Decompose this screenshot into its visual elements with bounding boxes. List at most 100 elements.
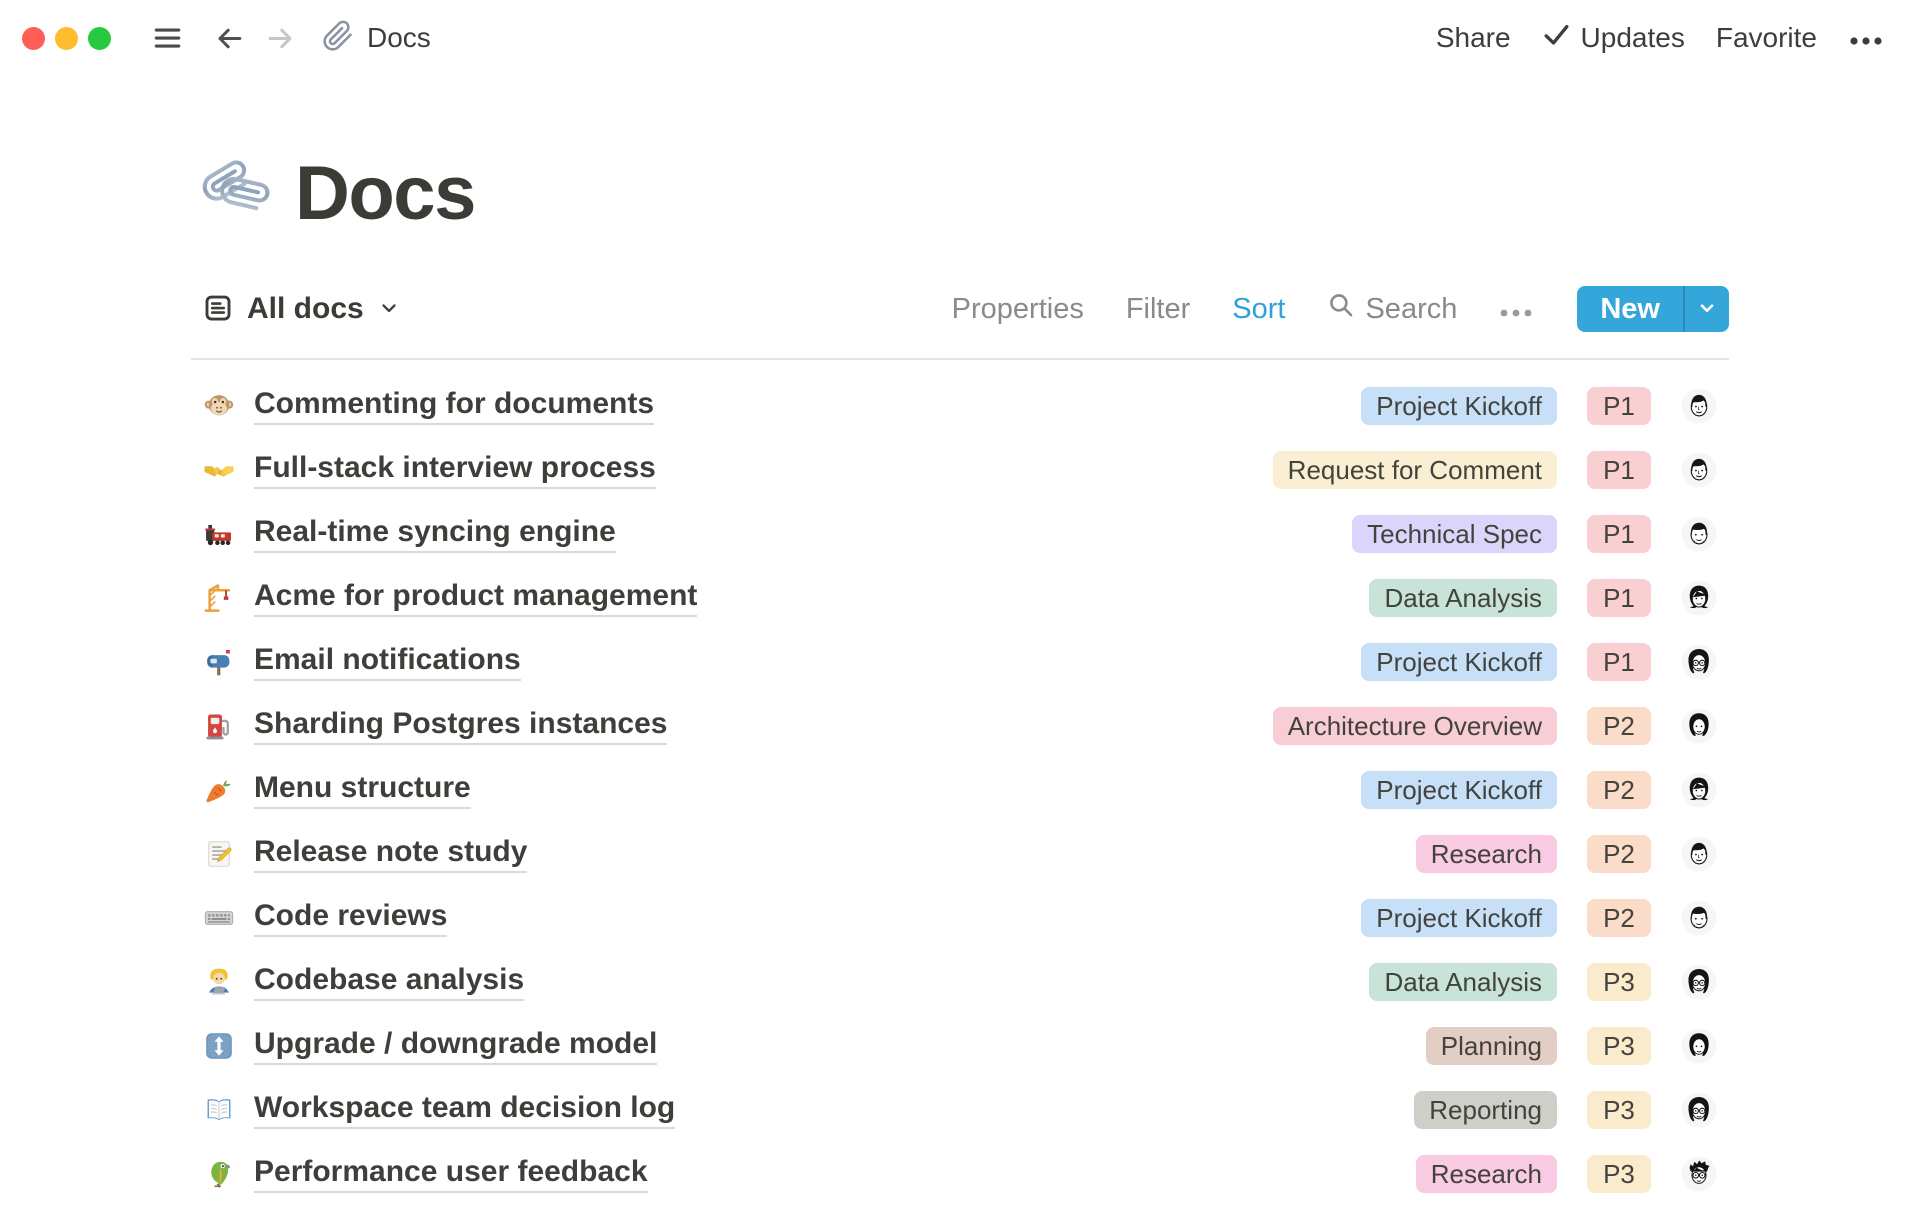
doc-tag-badge[interactable]: Planning — [1426, 1027, 1557, 1065]
linked-paperclips-icon[interactable] — [195, 156, 271, 232]
avatar-man-glasses-spiky[interactable] — [1681, 1156, 1717, 1192]
doc-tag-badge[interactable]: Technical Spec — [1352, 515, 1557, 553]
sidebar-toggle-button[interactable] — [151, 23, 184, 53]
avatar-woman-bob[interactable] — [1681, 1028, 1717, 1064]
doc-priority-badge[interactable]: P1 — [1587, 451, 1651, 489]
avatar-woman-wavy-hair[interactable] — [1681, 580, 1717, 616]
carrot-icon — [203, 774, 235, 806]
doc-priority-badge[interactable]: P2 — [1587, 771, 1651, 809]
doc-row[interactable]: Upgrade / downgrade model Planning P3 — [191, 1014, 1729, 1078]
doc-title-link[interactable]: Email notifications — [254, 643, 521, 682]
doc-title-link[interactable]: Commenting for documents — [254, 387, 654, 426]
doc-tag-badge[interactable]: Reporting — [1414, 1091, 1557, 1129]
ellipsis-icon — [1499, 293, 1533, 326]
doc-priority-badge[interactable]: P2 — [1587, 707, 1651, 745]
doc-title-link[interactable]: Performance user feedback — [254, 1155, 648, 1194]
doc-list: Commenting for documents Project Kickoff… — [191, 360, 1729, 1206]
woman-technologist-icon — [203, 966, 235, 998]
doc-row[interactable]: Commenting for documents Project Kickoff… — [191, 374, 1729, 438]
doc-tag-badge[interactable]: Research — [1416, 835, 1557, 873]
toolbar-more-button[interactable] — [1499, 293, 1533, 326]
doc-title-link[interactable]: Sharding Postgres instances — [254, 707, 667, 746]
mailbox-icon — [203, 646, 235, 678]
doc-row[interactable]: Workspace team decision log Reporting P3 — [191, 1078, 1729, 1142]
doc-priority-badge[interactable]: P2 — [1587, 835, 1651, 873]
forward-arrow-icon — [265, 23, 296, 54]
doc-row[interactable]: Code reviews Project Kickoff P2 — [191, 886, 1729, 950]
avatar-woman-wavy-hair[interactable] — [1681, 772, 1717, 808]
doc-priority-badge[interactable]: P3 — [1587, 1155, 1651, 1193]
zoom-window-button[interactable] — [88, 27, 111, 50]
doc-title-link[interactable]: Workspace team decision log — [254, 1091, 675, 1130]
doc-priority-badge[interactable]: P2 — [1587, 899, 1651, 937]
doc-title-link[interactable]: Release note study — [254, 835, 527, 874]
doc-priority-badge[interactable]: P1 — [1587, 387, 1651, 425]
doc-row[interactable]: Menu structure Project Kickoff P2 — [191, 758, 1729, 822]
new-doc-button[interactable]: New — [1577, 286, 1683, 332]
open-book-icon — [203, 1094, 235, 1126]
page-title-block: Docs — [191, 156, 1729, 232]
doc-priority-badge[interactable]: P1 — [1587, 643, 1651, 681]
doc-tag-badge[interactable]: Project Kickoff — [1361, 771, 1557, 809]
window-title: Docs — [367, 22, 431, 54]
doc-priority-badge[interactable]: P1 — [1587, 515, 1651, 553]
doc-tag-badge[interactable]: Request for Comment — [1273, 451, 1557, 489]
doc-title-link[interactable]: Codebase analysis — [254, 963, 524, 1002]
traffic-lights — [22, 27, 111, 50]
doc-tag-badge[interactable]: Project Kickoff — [1361, 899, 1557, 937]
minimize-window-button[interactable] — [55, 27, 78, 50]
more-options-button[interactable] — [1848, 22, 1884, 54]
doc-tag-badge[interactable]: Data Analysis — [1369, 579, 1557, 617]
nav-forward-button[interactable] — [265, 23, 296, 54]
avatar-person-glasses[interactable] — [1681, 964, 1717, 1000]
doc-title-link[interactable]: Code reviews — [254, 899, 447, 938]
doc-priority-badge[interactable]: P1 — [1587, 579, 1651, 617]
doc-tag-badge[interactable]: Project Kickoff — [1361, 643, 1557, 681]
doc-priority-badge[interactable]: P3 — [1587, 1027, 1651, 1065]
check-icon — [1542, 20, 1571, 56]
doc-title-link[interactable]: Menu structure — [254, 771, 471, 810]
doc-row[interactable]: Performance user feedback Research P3 — [191, 1142, 1729, 1206]
doc-row[interactable]: Full-stack interview process Request for… — [191, 438, 1729, 502]
new-doc-dropdown-button[interactable] — [1685, 286, 1729, 332]
doc-tag-badge[interactable]: Data Analysis — [1369, 963, 1557, 1001]
building-construction-icon — [203, 582, 235, 614]
doc-row[interactable]: Real-time syncing engine Technical Spec … — [191, 502, 1729, 566]
favorite-button[interactable]: Favorite — [1716, 22, 1817, 54]
doc-tag-badge[interactable]: Research — [1416, 1155, 1557, 1193]
filter-button[interactable]: Filter — [1126, 293, 1190, 326]
avatar-man-short-hair[interactable] — [1681, 836, 1717, 872]
nav-back-button[interactable] — [214, 23, 245, 54]
memo-icon — [203, 838, 235, 870]
view-switcher[interactable]: All docs — [191, 292, 400, 326]
doc-priority-badge[interactable]: P3 — [1587, 963, 1651, 1001]
avatar-man-stubble[interactable] — [1681, 516, 1717, 552]
doc-row[interactable]: Release note study Research P2 — [191, 822, 1729, 886]
doc-tag-badge[interactable]: Architecture Overview — [1273, 707, 1557, 745]
doc-title-link[interactable]: Full-stack interview process — [254, 451, 656, 490]
close-window-button[interactable] — [22, 27, 45, 50]
doc-row[interactable]: Sharding Postgres instances Architecture… — [191, 694, 1729, 758]
doc-title-link[interactable]: Real-time syncing engine — [254, 515, 616, 554]
avatar-man-short-hair[interactable] — [1681, 452, 1717, 488]
avatar-woman-bob[interactable] — [1681, 708, 1717, 744]
doc-row[interactable]: Email notifications Project Kickoff P1 — [191, 630, 1729, 694]
locomotive-icon — [203, 518, 235, 550]
properties-button[interactable]: Properties — [952, 293, 1084, 326]
doc-tag-badge[interactable]: Project Kickoff — [1361, 387, 1557, 425]
doc-priority-badge[interactable]: P3 — [1587, 1091, 1651, 1129]
avatar-person-glasses[interactable] — [1681, 1092, 1717, 1128]
avatar-person-glasses[interactable] — [1681, 644, 1717, 680]
sort-button[interactable]: Sort — [1232, 293, 1285, 326]
doc-row[interactable]: Acme for product management Data Analysi… — [191, 566, 1729, 630]
doc-row[interactable]: Codebase analysis Data Analysis P3 — [191, 950, 1729, 1014]
doc-title-link[interactable]: Upgrade / downgrade model — [254, 1027, 657, 1066]
updates-button[interactable]: Updates — [1542, 20, 1685, 56]
avatar-man-stubble[interactable] — [1681, 900, 1717, 936]
avatar-man-short-hair[interactable] — [1681, 388, 1717, 424]
doc-title-link[interactable]: Acme for product management — [254, 579, 697, 618]
share-button[interactable]: Share — [1436, 22, 1511, 54]
titlebar-document: Docs — [322, 20, 431, 57]
search-button[interactable]: Search — [1327, 291, 1457, 327]
hamburger-icon — [151, 23, 184, 53]
